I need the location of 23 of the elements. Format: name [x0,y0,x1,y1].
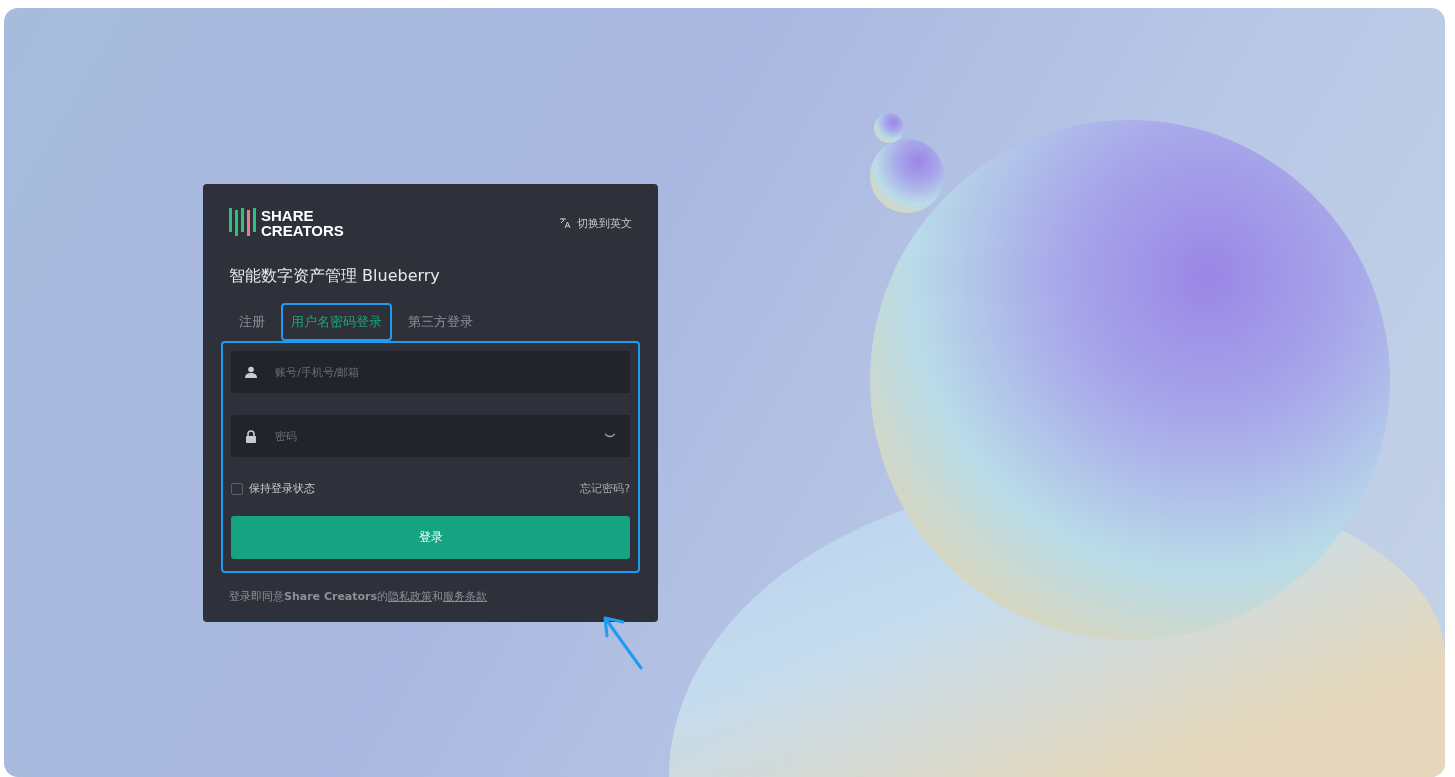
tiny-sphere-drawing [874,113,904,143]
eye-closed-icon[interactable] [604,433,616,439]
user-icon [245,366,257,378]
login-tab[interactable]: 注册 [229,303,275,341]
remember-checkbox[interactable]: 保持登录状态 [231,481,315,496]
lock-icon [245,429,257,443]
arrow-icon [601,614,645,670]
language-link[interactable]: 切换到英文 [559,215,632,231]
logo-icon [229,208,257,238]
translate-icon [559,217,571,229]
login-tab[interactable]: 第三方登录 [398,303,483,341]
privacy-link[interactable]: 隐私政策 [388,590,433,603]
login-tab[interactable]: 用户名密码登录 [281,303,392,341]
forgot-password-link[interactable]: 忘记密码? [580,481,630,496]
password-field[interactable]: 密码 [231,415,630,457]
username-field[interactable]: 账号/手机号/邮箱 [231,351,630,393]
remember-label: 保持登录状态 [249,481,315,496]
checkbox[interactable] [231,482,243,495]
agreement-text: 登录即同意Share Creators的隐私政策和服务条款 [229,589,489,604]
terms-link[interactable]: 服务条款 [443,590,488,603]
app-title: 智能数字资产管理 Blueberry [229,266,441,287]
login-button[interactable]: 登录 [231,516,630,559]
logo-text: SHARE CREATORS [261,208,344,238]
